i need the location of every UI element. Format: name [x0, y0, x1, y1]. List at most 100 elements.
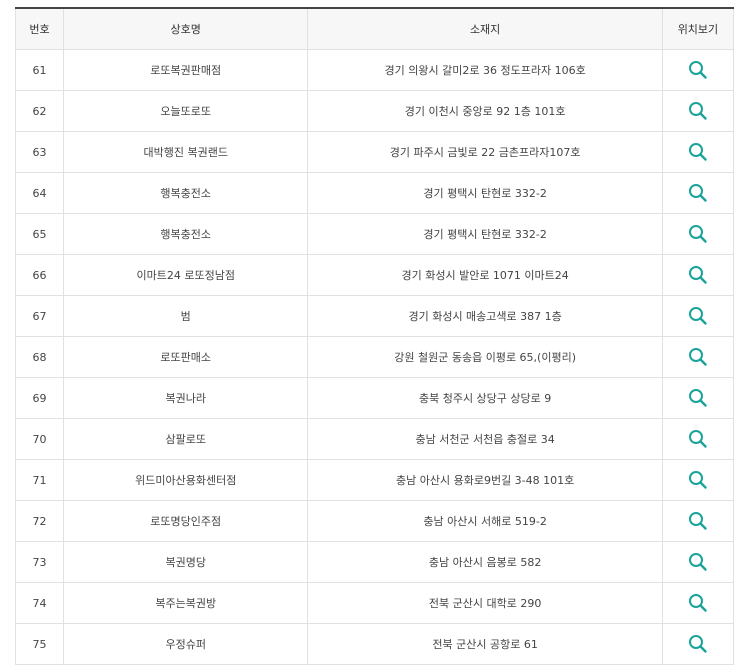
table-row: 71 위드미아산용화센터점 충남 아산시 용화로9번길 3-48 101호 — [14, 459, 735, 501]
row-view-location — [661, 131, 735, 173]
row-number: 64 — [14, 172, 65, 214]
view-location-button[interactable] — [687, 510, 709, 532]
row-store-name: 삼팔로또 — [63, 418, 309, 460]
table-row: 65 행복충전소 경기 평택시 탄현로 332-2 — [14, 213, 735, 255]
search-icon — [688, 266, 707, 284]
row-number: 70 — [14, 418, 65, 460]
row-number: 62 — [14, 90, 65, 132]
row-store-name: 오늘또로또 — [63, 90, 309, 132]
view-location-button[interactable] — [687, 305, 709, 327]
search-icon — [688, 635, 707, 653]
row-address: 경기 화성시 발안로 1071 이마트24 — [307, 254, 663, 296]
search-icon — [688, 143, 707, 161]
search-icon — [688, 430, 707, 448]
header-store-name: 상호명 — [63, 7, 309, 50]
row-store-name: 범 — [63, 295, 309, 337]
table-row: 73 복권명당 충남 아산시 음봉로 582 — [14, 541, 735, 583]
table-row: 66 이마트24 로또정남점 경기 화성시 발안로 1071 이마트24 — [14, 254, 735, 296]
row-address: 충북 청주시 상당구 상당로 9 — [307, 377, 663, 419]
row-view-location — [661, 459, 735, 501]
table-row: 74 복주는복권방 전북 군산시 대학로 290 — [14, 582, 735, 624]
header-view-location: 위치보기 — [661, 7, 735, 50]
table-header: 번호 상호명 소재지 위치보기 — [14, 7, 735, 50]
search-icon — [688, 307, 707, 325]
row-view-location — [661, 254, 735, 296]
row-address: 경기 의왕시 갈미2로 36 정도프라자 106호 — [307, 49, 663, 91]
view-location-button[interactable] — [687, 182, 709, 204]
row-view-location — [661, 213, 735, 255]
row-address: 충남 아산시 음봉로 582 — [307, 541, 663, 583]
search-icon — [688, 102, 707, 120]
row-number: 61 — [14, 49, 65, 91]
view-location-button[interactable] — [687, 387, 709, 409]
view-location-button[interactable] — [687, 551, 709, 573]
search-icon — [688, 184, 707, 202]
row-store-name: 로또복권판매점 — [63, 49, 309, 91]
row-store-name: 복권나라 — [63, 377, 309, 419]
table-row: 70 삼팔로또 충남 서천군 서천읍 충절로 34 — [14, 418, 735, 460]
row-view-location — [661, 336, 735, 378]
view-location-button[interactable] — [687, 346, 709, 368]
row-number: 73 — [14, 541, 65, 583]
row-view-location — [661, 377, 735, 419]
row-view-location — [661, 418, 735, 460]
row-store-name: 로또명당인주점 — [63, 500, 309, 542]
search-icon — [688, 512, 707, 530]
row-store-name: 위드미아산용화센터점 — [63, 459, 309, 501]
row-number: 67 — [14, 295, 65, 337]
row-number: 69 — [14, 377, 65, 419]
view-location-button[interactable] — [687, 428, 709, 450]
table-row: 68 로또판매소 강원 철원군 동송읍 이평로 65,(이평리) — [14, 336, 735, 378]
row-number: 71 — [14, 459, 65, 501]
search-icon — [688, 348, 707, 366]
header-address: 소재지 — [307, 7, 663, 50]
view-location-button[interactable] — [687, 100, 709, 122]
view-location-button[interactable] — [687, 141, 709, 163]
row-number: 74 — [14, 582, 65, 624]
row-address: 경기 이천시 중앙로 92 1층 101호 — [307, 90, 663, 132]
row-view-location — [661, 90, 735, 132]
row-store-name: 복주는복권방 — [63, 582, 309, 624]
row-store-name: 로또판매소 — [63, 336, 309, 378]
view-location-button[interactable] — [687, 223, 709, 245]
table-row: 64 행복충전소 경기 평택시 탄현로 332-2 — [14, 172, 735, 214]
search-icon — [688, 594, 707, 612]
view-location-button[interactable] — [687, 592, 709, 614]
row-address: 전북 군산시 공항로 61 — [307, 623, 663, 665]
table-row: 63 대박행진 복권랜드 경기 파주시 금빛로 22 금촌프라자107호 — [14, 131, 735, 173]
row-view-location — [661, 500, 735, 542]
row-address: 전북 군산시 대학로 290 — [307, 582, 663, 624]
search-icon — [688, 553, 707, 571]
row-view-location — [661, 623, 735, 665]
store-list: 번호 상호명 소재지 위치보기 61 로또복권판매점 경기 의왕시 갈미2로 36 … — [14, 7, 735, 665]
row-store-name: 우정슈퍼 — [63, 623, 309, 665]
row-address: 충남 서천군 서천읍 충절로 34 — [307, 418, 663, 460]
row-address: 경기 평택시 탄현로 332-2 — [307, 213, 663, 255]
header-number: 번호 — [14, 7, 65, 50]
row-store-name: 이마트24 로또정남점 — [63, 254, 309, 296]
search-icon — [688, 389, 707, 407]
view-location-button[interactable] — [687, 264, 709, 286]
search-icon — [688, 61, 707, 79]
view-location-button[interactable] — [687, 633, 709, 655]
row-view-location — [661, 541, 735, 583]
row-number: 68 — [14, 336, 65, 378]
store-table: 번호 상호명 소재지 위치보기 61 로또복권판매점 경기 의왕시 갈미2로 36 … — [14, 7, 735, 665]
view-location-button[interactable] — [687, 59, 709, 81]
row-number: 72 — [14, 500, 65, 542]
row-store-name: 대박행진 복권랜드 — [63, 131, 309, 173]
row-store-name: 행복충전소 — [63, 213, 309, 255]
view-location-button[interactable] — [687, 469, 709, 491]
table-row: 75 우정슈퍼 전북 군산시 공항로 61 — [14, 623, 735, 665]
row-address: 충남 아산시 용화로9번길 3-48 101호 — [307, 459, 663, 501]
row-view-location — [661, 295, 735, 337]
row-view-location — [661, 49, 735, 91]
row-store-name: 행복충전소 — [63, 172, 309, 214]
table-row: 72 로또명당인주점 충남 아산시 서해로 519-2 — [14, 500, 735, 542]
row-store-name: 복권명당 — [63, 541, 309, 583]
row-address: 경기 평택시 탄현로 332-2 — [307, 172, 663, 214]
row-address: 경기 화성시 매송고색로 387 1층 — [307, 295, 663, 337]
row-number: 63 — [14, 131, 65, 173]
row-address: 충남 아산시 서해로 519-2 — [307, 500, 663, 542]
row-view-location — [661, 582, 735, 624]
